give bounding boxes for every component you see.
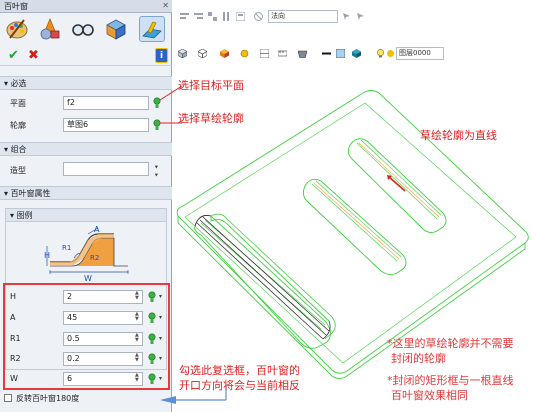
- annotation-select-profile: 选择草绘轮廓: [178, 112, 244, 125]
- annotation-select-plane: 选择目标平面: [178, 79, 244, 92]
- annotation-profile-line: 草绘轮廓为直线: [420, 129, 497, 142]
- annotation-note2-line1: *封闭的矩形框与一根直线: [387, 374, 514, 387]
- annotation-checkbox-note-2: 开口方向将会与当前相反: [179, 379, 300, 392]
- annotation-note1-line2: 封闭的轮廓: [391, 352, 446, 365]
- annotation-note1-line1: *这里的草绘轮廓并不需要: [387, 337, 514, 350]
- annotation-note2-line2: 百叶窗效果相同: [391, 389, 468, 402]
- annotation-checkbox-note-1: 勾选此复选框，百叶窗的: [179, 364, 300, 377]
